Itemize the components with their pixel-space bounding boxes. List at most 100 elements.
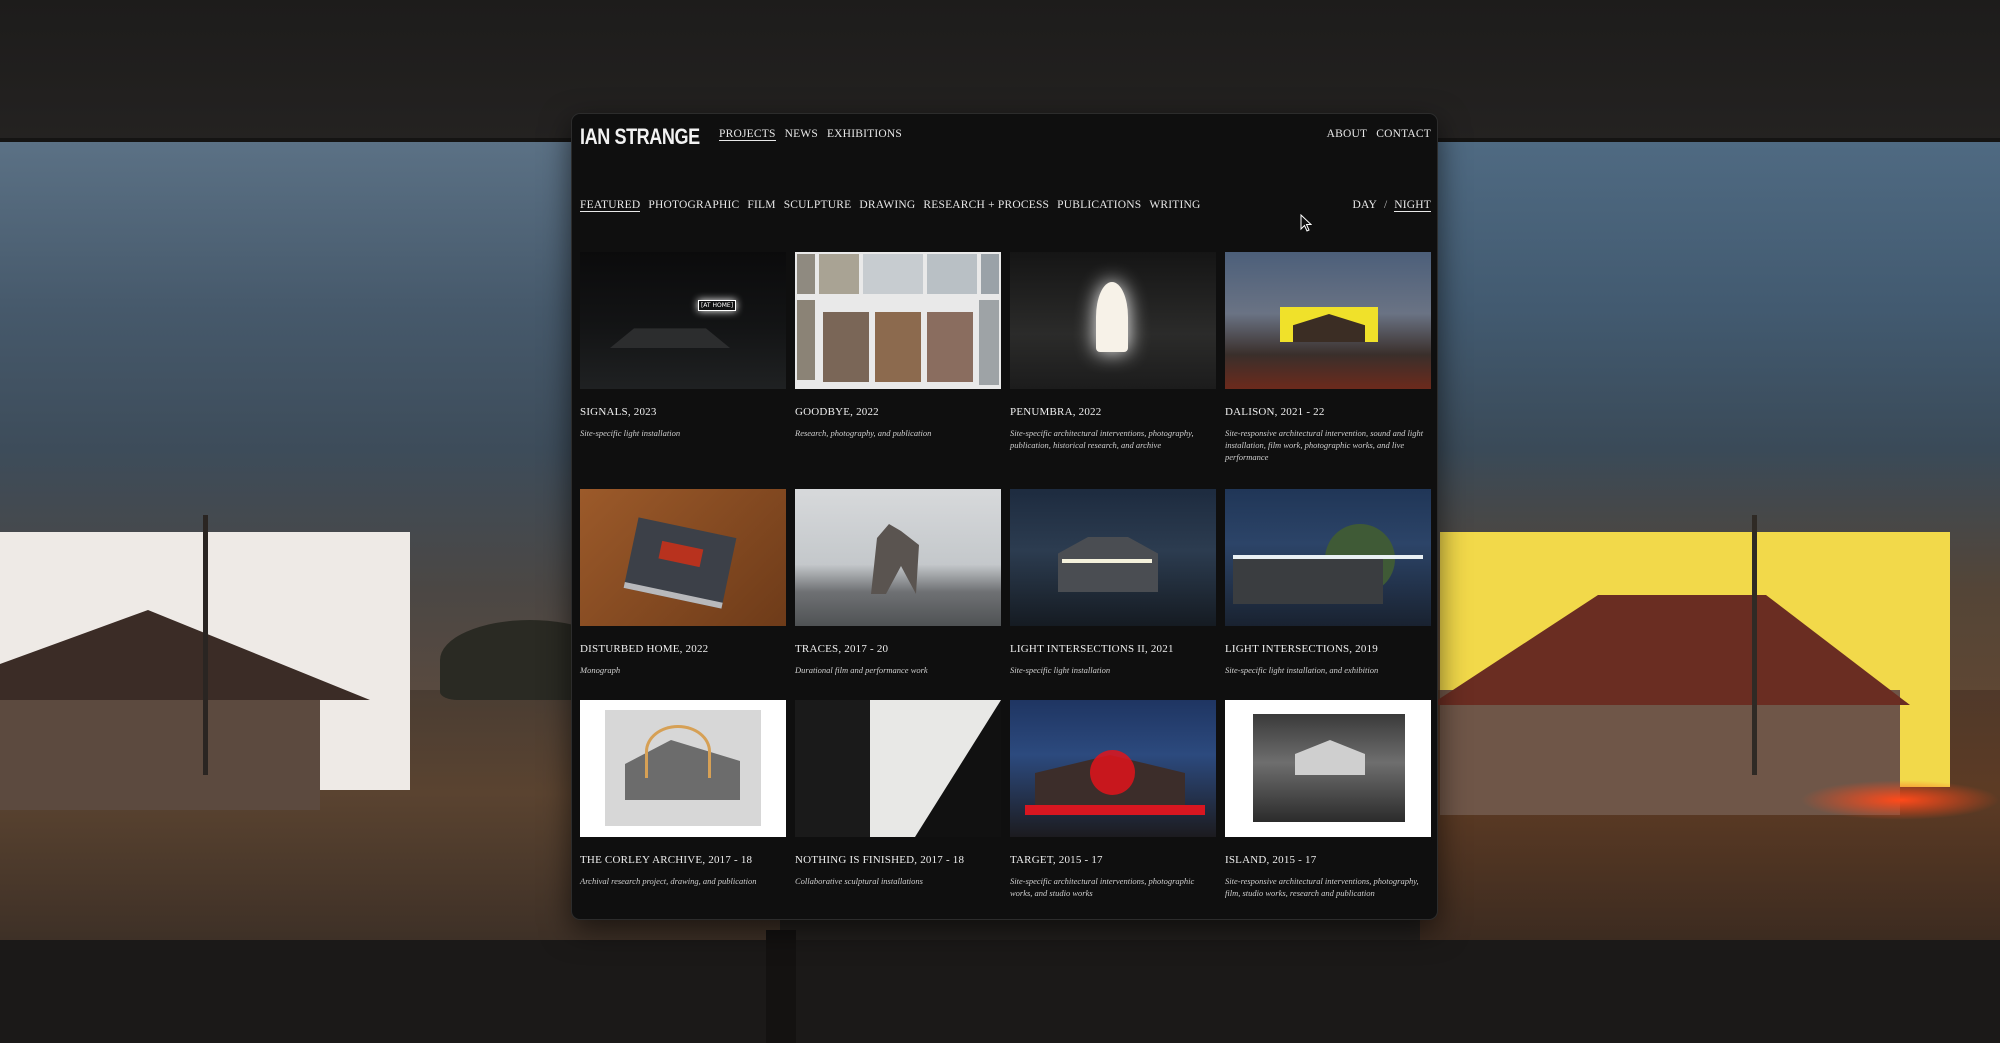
photo-tile [981, 254, 999, 294]
book-stack [623, 517, 737, 609]
project-title[interactable]: DISTURBED HOME, 2022 [580, 643, 786, 655]
project-title[interactable]: GOODBYE, 2022 [795, 406, 1001, 418]
project-description: Site-responsive architectural interventi… [1225, 876, 1419, 898]
project-thumbnail[interactable] [1010, 489, 1216, 626]
main-nav: PROJECTS NEWS EXHIBITIONS [719, 128, 902, 141]
glowing-figure [1096, 282, 1128, 352]
project-thumbnail[interactable] [580, 489, 786, 626]
arc-drawing [645, 725, 711, 778]
project-card[interactable]: NOTHING IS FINISHED, 2017 - 18 Collabora… [795, 700, 1001, 899]
nav-projects[interactable]: PROJECTS [719, 128, 776, 141]
project-card[interactable]: DALISON, 2021 - 22 Site-responsive archi… [1225, 252, 1431, 489]
photo-tile [927, 254, 977, 294]
nav-exhibitions[interactable]: EXHIBITIONS [827, 128, 902, 141]
project-description: Site-specific architectural intervention… [1010, 428, 1194, 450]
project-title[interactable]: LIGHT INTERSECTIONS II, 2021 [1010, 643, 1216, 655]
project-grid: [AT HOME] SIGNALS, 2023 Site-specific li… [580, 252, 1431, 899]
photo-tile [797, 300, 815, 380]
website-window: IAN STRANGE PROJECTS NEWS EXHIBITIONS AB… [571, 113, 1438, 920]
project-card[interactable]: THE CORLEY ARCHIVE, 2017 - 18 Archival r… [580, 700, 786, 899]
project-card[interactable]: GOODBYE, 2022 Research, photography, and… [795, 252, 1001, 489]
project-description: Collaborative sculptural installations [795, 876, 923, 886]
project-card[interactable]: ISLAND, 2015 - 17 Site-responsive archit… [1225, 700, 1431, 899]
light-line [1233, 555, 1423, 559]
filter-research-process[interactable]: RESEARCH + PROCESS [923, 199, 1049, 212]
project-thumbnail[interactable] [1225, 700, 1431, 837]
project-thumbnail[interactable] [580, 700, 786, 837]
nav-news[interactable]: NEWS [785, 128, 818, 141]
filter-photographic[interactable]: PHOTOGRAPHIC [648, 199, 739, 212]
secondary-nav: ABOUT CONTACT [1327, 128, 1431, 140]
cursor-arrow-icon [1300, 214, 1312, 232]
photo-tile [979, 300, 999, 385]
photo-tile [927, 312, 973, 382]
right-power-pole [1752, 515, 1757, 775]
light-line [1062, 559, 1152, 563]
project-title[interactable]: THE CORLEY ARCHIVE, 2017 - 18 [580, 854, 786, 866]
photo-tile [797, 254, 815, 294]
project-thumbnail[interactable] [1010, 700, 1216, 837]
project-title[interactable]: TARGET, 2015 - 17 [1010, 854, 1216, 866]
building [1058, 537, 1158, 592]
project-thumbnail[interactable] [1225, 489, 1431, 626]
project-thumbnail[interactable] [795, 489, 1001, 626]
black-panel [795, 700, 870, 837]
mode-day[interactable]: DAY [1353, 199, 1377, 212]
project-description: Site-specific light installation [1010, 665, 1111, 675]
site-logo[interactable]: IAN STRANGE [580, 124, 700, 150]
filter-publications[interactable]: PUBLICATIONS [1057, 199, 1141, 212]
project-card[interactable]: DISTURBED HOME, 2022 Monograph [580, 489, 786, 700]
mode-separator: / [1384, 199, 1388, 211]
project-title[interactable]: DALISON, 2021 - 22 [1225, 406, 1431, 418]
red-target [1090, 750, 1135, 795]
filter-drawing[interactable]: DRAWING [859, 199, 915, 212]
project-title[interactable]: NOTHING IS FINISHED, 2017 - 18 [795, 854, 1001, 866]
photo-tile [875, 312, 921, 382]
project-thumbnail[interactable] [1010, 252, 1216, 389]
project-description: Site-specific light installation [580, 428, 681, 438]
project-card[interactable]: LIGHT INTERSECTIONS II, 2021 Site-specif… [1010, 489, 1216, 700]
project-title[interactable]: PENUMBRA, 2022 [1010, 406, 1216, 418]
red-base [1025, 805, 1205, 815]
project-description: Durational film and performance work [795, 665, 928, 675]
house-silhouette [610, 328, 730, 348]
red-glow [1800, 780, 2000, 820]
project-description: Archival research project, drawing, and … [580, 876, 757, 886]
project-title[interactable]: TRACES, 2017 - 20 [795, 643, 1001, 655]
project-description: Site-responsive architectural interventi… [1225, 428, 1424, 462]
project-description: Research, photography, and publication [795, 428, 932, 438]
filter-writing[interactable]: WRITING [1149, 199, 1200, 212]
day-night-toggle: DAY / NIGHT [1353, 199, 1431, 212]
black-triangle [915, 700, 1001, 837]
wall-split [766, 930, 796, 1043]
left-power-pole [203, 515, 208, 775]
project-card[interactable]: TRACES, 2017 - 20 Durational film and pe… [795, 489, 1001, 700]
project-description: Site-specific light installation, and ex… [1225, 665, 1379, 675]
project-description: Site-specific architectural intervention… [1010, 876, 1195, 898]
project-card[interactable]: [AT HOME] SIGNALS, 2023 Site-specific li… [580, 252, 786, 489]
project-description: Monograph [580, 665, 621, 675]
filter-film[interactable]: FILM [747, 199, 775, 212]
project-title[interactable]: LIGHT INTERSECTIONS, 2019 [1225, 643, 1431, 655]
project-thumbnail[interactable]: [AT HOME] [580, 252, 786, 389]
project-card[interactable]: LIGHT INTERSECTIONS, 2019 Site-specific … [1225, 489, 1431, 700]
photo-tile [823, 312, 869, 382]
project-thumbnail[interactable] [795, 700, 1001, 837]
mode-night[interactable]: NIGHT [1394, 199, 1431, 212]
nav-contact[interactable]: CONTACT [1376, 128, 1431, 140]
project-title[interactable]: ISLAND, 2015 - 17 [1225, 854, 1431, 866]
gallery-floor [0, 940, 2000, 1043]
filter-sculpture[interactable]: SCULPTURE [784, 199, 852, 212]
project-card[interactable]: TARGET, 2015 - 17 Site-specific architec… [1010, 700, 1216, 899]
category-filters: FEATURED PHOTOGRAPHIC FILM SCULPTURE DRA… [580, 199, 1201, 212]
photo-tile [863, 254, 923, 294]
building [1233, 559, 1383, 604]
project-thumbnail[interactable] [795, 252, 1001, 389]
filter-featured[interactable]: FEATURED [580, 199, 641, 212]
project-thumbnail[interactable] [1225, 252, 1431, 389]
project-card[interactable]: PENUMBRA, 2022 Site-specific architectur… [1010, 252, 1216, 489]
site-header: IAN STRANGE PROJECTS NEWS EXHIBITIONS AB… [572, 114, 1437, 174]
nav-about[interactable]: ABOUT [1327, 128, 1368, 140]
performers [871, 524, 919, 594]
project-title[interactable]: SIGNALS, 2023 [580, 406, 786, 418]
